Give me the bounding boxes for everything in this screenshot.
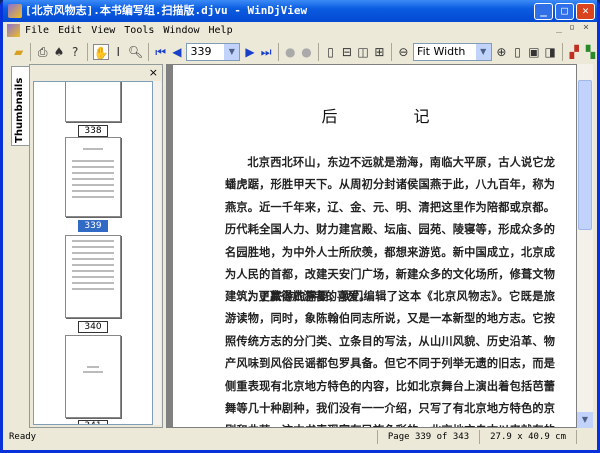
resize-grip-icon[interactable] <box>576 430 597 444</box>
separator <box>86 42 88 61</box>
thumbnail-339[interactable] <box>65 137 121 217</box>
close-panel-icon[interactable]: × <box>149 66 158 79</box>
fit-width-icon[interactable]: ◨ <box>543 44 556 60</box>
document-view[interactable]: 后 记 北京西北环山，东边不远就是渤海，南临大平原，古人说它龙蟠虎踞，形胜甲天下… <box>166 64 577 428</box>
layer-icon[interactable]: ▚ <box>584 44 597 60</box>
menu-edit[interactable]: Edit <box>58 25 82 36</box>
thumbnail-label[interactable]: 338 <box>78 125 108 137</box>
zoom-value: Fit Width <box>417 45 466 58</box>
zoom-out-icon[interactable]: ⊖ <box>397 44 410 60</box>
status-page-size: 27.9 x 40.9 cm <box>479 430 576 444</box>
open-icon[interactable]: ▰ <box>12 44 25 60</box>
thumbnail-label[interactable]: 341 <box>78 420 108 424</box>
minimize-button[interactable]: _ <box>534 3 553 20</box>
status-bar: Ready Page 339 of 343 27.9 x 40.9 cm <box>3 428 597 446</box>
first-page-icon[interactable]: ⏮ <box>154 44 167 60</box>
menu-tools[interactable]: Tools <box>124 25 154 36</box>
tab-thumbnails[interactable]: Thumbnails <box>11 66 29 146</box>
document-scrollbar[interactable]: ▼ <box>577 64 593 428</box>
mdi-restore-button[interactable]: ▫ <box>569 22 575 33</box>
status-ready: Ready <box>9 432 37 442</box>
forward-icon[interactable]: ● <box>300 44 313 60</box>
maximize-button[interactable]: □ <box>555 3 574 20</box>
single-page-icon[interactable]: ▯ <box>324 44 337 60</box>
page-number-combo[interactable]: 339 ▼ <box>186 42 241 61</box>
status-page: Page 339 of 343 <box>376 430 479 444</box>
menu-file[interactable]: File <box>25 25 49 36</box>
zoom-combo[interactable]: Fit Width ▼ <box>413 42 492 61</box>
page-heading: 后 记 <box>321 107 460 126</box>
menu-bar: File Edit View Tools Window Help _ ▫ × <box>3 22 597 39</box>
document-page: 后 记 北京西北环山，东边不远就是渤海，南临大平原，古人说它龙蟠虎踞，形胜甲天下… <box>173 65 576 427</box>
tab-thumbnails-label: Thumbnails <box>14 77 25 143</box>
help-icon[interactable]: ? <box>69 44 82 60</box>
thumbnail-label[interactable]: 340 <box>78 321 108 333</box>
menu-view[interactable]: View <box>91 25 115 36</box>
thumbnail-label[interactable]: 339 <box>78 220 108 232</box>
app-icon <box>8 4 22 18</box>
menu-window[interactable]: Window <box>163 25 199 36</box>
separator <box>561 42 563 61</box>
zoom-in-icon[interactable]: ⊕ <box>495 44 508 60</box>
facing-pages-icon[interactable]: ◫ <box>356 44 369 60</box>
thumbnail-list: 338 339 340 341 <box>33 81 153 425</box>
scrollbar-thumb[interactable] <box>578 80 592 230</box>
fit-page-icon[interactable]: ▣ <box>527 44 540 60</box>
next-page-icon[interactable]: ▶ <box>243 44 256 60</box>
thumbnail-341[interactable] <box>65 335 121 418</box>
page-number-value: 339 <box>190 45 212 58</box>
separator <box>318 42 319 61</box>
title-bar: [北京风物志].本书编写组.扫描版.djvu - WinDjView _ □ ✕ <box>3 0 597 22</box>
hand-tool-icon[interactable]: ✋ <box>92 43 109 60</box>
display-mode-icon[interactable]: ▞ <box>568 44 581 60</box>
separator <box>390 42 392 61</box>
actual-size-icon[interactable]: ▯ <box>511 44 524 60</box>
last-page-icon[interactable]: ⏭ <box>260 44 273 60</box>
find-icon[interactable]: ♠ <box>52 44 65 60</box>
document-icon <box>7 24 20 37</box>
thumbnail-340[interactable] <box>65 235 121 318</box>
continuous-facing-icon[interactable]: ⊞ <box>373 44 386 60</box>
chevron-down-icon[interactable]: ▼ <box>475 43 491 60</box>
previous-page-icon[interactable]: ◀ <box>170 44 183 60</box>
menu-help[interactable]: Help <box>209 25 233 36</box>
thumbnails-panel: × 338 339 340 341 <box>29 64 163 428</box>
scroll-down-icon[interactable]: ▼ <box>577 412 593 428</box>
zoom-tool-icon[interactable]: 🔍︎ <box>128 44 143 60</box>
chevron-down-icon[interactable]: ▼ <box>224 43 240 60</box>
paragraph: 为了旅游的需要，我们编辑了这本《北京风物志》。它既是旅游读物，同时，象陈翰伯同志… <box>225 289 555 427</box>
thumbnail-scrollbar[interactable] <box>153 81 161 425</box>
separator <box>148 42 149 61</box>
continuous-icon[interactable]: ⊟ <box>340 44 353 60</box>
separator <box>30 42 32 61</box>
select-tool-icon[interactable]: I <box>112 44 125 60</box>
thumbnail-338[interactable] <box>65 82 121 122</box>
mdi-close-button[interactable]: × <box>583 22 589 33</box>
mdi-minimize-button[interactable]: _ <box>556 22 562 33</box>
back-icon[interactable]: ● <box>284 44 297 60</box>
window-title: [北京风物志].本书编写组.扫描版.djvu - WinDjView <box>25 4 308 17</box>
print-icon[interactable]: ⎙ <box>36 44 49 60</box>
toolbar: ▰ ⎙ ♠ ? ✋ I 🔍︎ ⏮ ◀ 339 ▼ ▶ ⏭ ● ● ▯ ⊟ ◫ ⊞ … <box>3 40 597 63</box>
app-window: [北京风物志].本书编写组.扫描版.djvu - WinDjView _ □ ✕… <box>0 0 600 453</box>
separator <box>277 42 279 61</box>
close-button[interactable]: ✕ <box>576 3 595 20</box>
